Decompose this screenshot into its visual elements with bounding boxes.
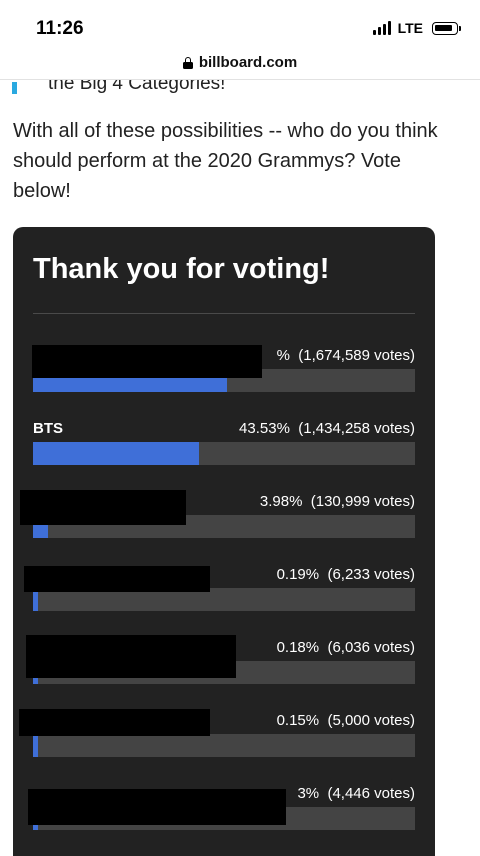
status-indicators: LTE <box>372 20 461 36</box>
address-bar[interactable]: billboard.com <box>0 46 480 80</box>
option-stats: 43.53% (1,434,258 votes) <box>239 420 415 437</box>
redaction-box <box>19 709 210 736</box>
option-stats: 3% (4,446 votes) <box>297 785 415 802</box>
redaction-box <box>20 490 186 525</box>
option-stats: % (1,674,589 votes) <box>276 347 415 364</box>
redaction-box <box>26 635 236 678</box>
option-bar-fill <box>33 734 38 757</box>
battery-icon <box>432 21 461 35</box>
poll-divider <box>33 313 415 314</box>
option-bar-fill <box>33 442 200 465</box>
list-accent-bar <box>12 82 17 94</box>
redaction-box <box>24 566 210 592</box>
redaction-box <box>28 789 286 825</box>
option-name: BTS <box>33 420 63 437</box>
option-bar-track <box>33 734 415 757</box>
signal-icon <box>372 21 391 35</box>
option-stats: 0.15% (5,000 votes) <box>276 712 415 729</box>
option-stats: 3.98% (130,999 votes) <box>259 493 415 510</box>
url-text[interactable]: billboard.com <box>199 54 297 71</box>
poll-title: Thank you for voting! <box>33 253 330 285</box>
poll-card: Thank you for voting! % (1,674,589 votes… <box>13 227 435 856</box>
lock-icon <box>182 56 193 69</box>
network-label: LTE <box>397 20 423 36</box>
option-stats: 0.19% (6,233 votes) <box>276 566 415 583</box>
poll-option: BTS 43.53% (1,434,258 votes) <box>33 420 415 472</box>
status-time: 11:26 <box>36 18 84 39</box>
status-bar: 11:26 LTE <box>0 0 480 46</box>
redaction-box <box>32 345 262 378</box>
option-stats: 0.18% (6,036 votes) <box>276 639 415 656</box>
option-bar-track <box>33 442 415 465</box>
article-paragraph: With all of these possibilities -- who d… <box>13 120 438 202</box>
